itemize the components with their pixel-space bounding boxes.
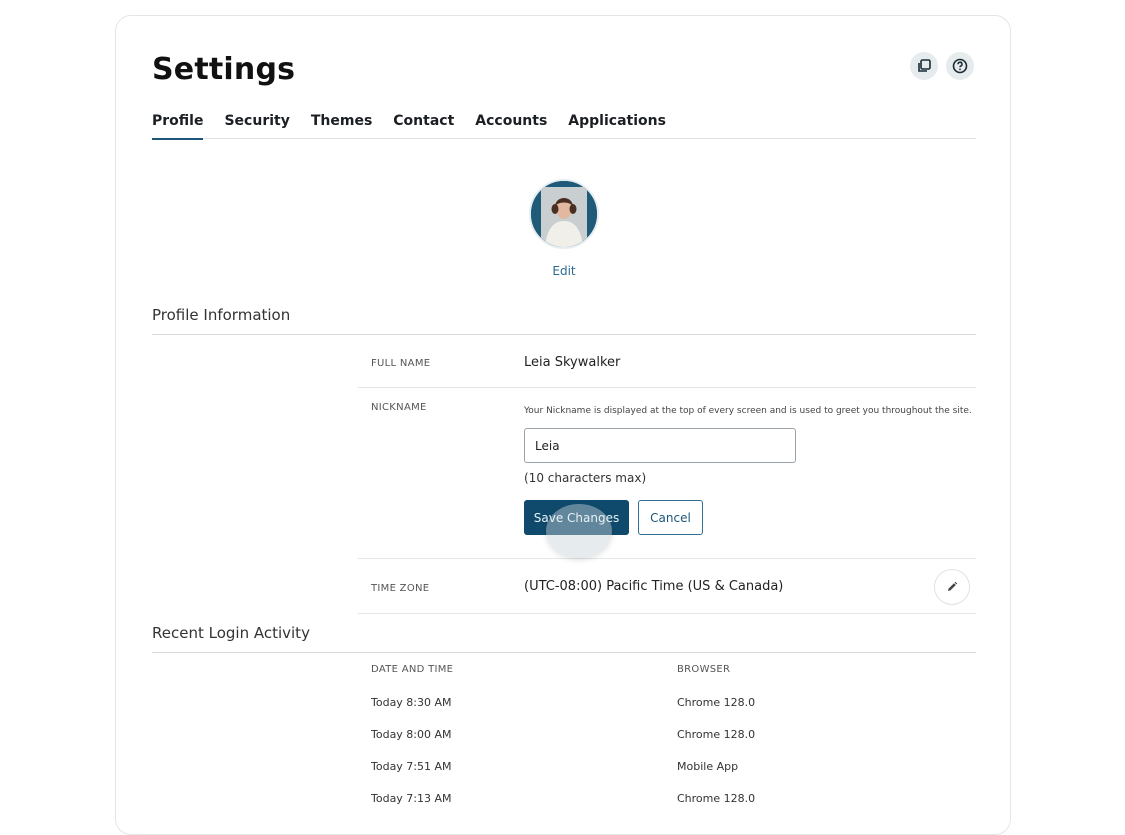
- table-row-browser: Chrome 128.0: [677, 696, 756, 709]
- settings-tabs: Profile Security Themes Contact Accounts…: [152, 111, 976, 140]
- table-row-browser: Chrome 128.0: [677, 728, 756, 741]
- save-changes-label: Save Changes: [533, 510, 620, 525]
- recent-login-activity-heading: Recent Login Activity: [152, 624, 976, 653]
- nickname-char-limit: (10 characters max): [524, 471, 647, 485]
- tab-security[interactable]: Security: [224, 111, 289, 139]
- table-row-date: Today 8:30 AM: [371, 696, 452, 709]
- time-zone-label: TIME ZONE: [371, 583, 430, 594]
- table-row-browser: Chrome 128.0: [677, 792, 756, 805]
- table-row-date: Today 8:00 AM: [371, 728, 452, 741]
- full-name-row: FULL NAME Leia Skywalker: [358, 336, 976, 388]
- cancel-button[interactable]: Cancel: [638, 500, 703, 535]
- edit-avatar-link[interactable]: Edit: [529, 264, 599, 278]
- nickname-hint: Your Nickname is displayed at the top of…: [524, 406, 972, 416]
- nickname-row: NICKNAME Your Nickname is displayed at t…: [358, 388, 976, 559]
- full-name-value: Leia Skywalker: [524, 355, 621, 370]
- table-row-date: Today 7:51 AM: [371, 760, 452, 773]
- pencil-icon: [948, 581, 958, 591]
- copy-icon[interactable]: [910, 52, 938, 80]
- time-zone-value: (UTC-08:00) Pacific Time (US & Canada): [524, 579, 784, 594]
- avatar: [529, 179, 599, 249]
- tab-contact[interactable]: Contact: [393, 111, 454, 139]
- table-row-browser: Mobile App: [677, 760, 739, 773]
- help-icon[interactable]: [946, 52, 974, 80]
- page-title: Settings: [152, 52, 296, 87]
- save-changes-button[interactable]: Save Changes: [524, 500, 629, 558]
- settings-card: Settings Profile Security Themes Contact…: [115, 15, 1011, 835]
- tab-themes[interactable]: Themes: [311, 111, 372, 139]
- tab-profile[interactable]: Profile: [152, 111, 204, 140]
- nickname-input[interactable]: [524, 428, 796, 463]
- edit-time-zone-button[interactable]: [934, 569, 970, 605]
- tab-applications[interactable]: Applications: [568, 111, 666, 139]
- column-header-date-time: DATE AND TIME: [371, 664, 454, 675]
- table-row-date: Today 7:13 AM: [371, 792, 452, 805]
- nickname-label: NICKNAME: [371, 402, 427, 413]
- column-header-browser: BROWSER: [677, 664, 731, 675]
- full-name-label: FULL NAME: [371, 358, 431, 369]
- profile-information-heading: Profile Information: [152, 306, 976, 335]
- time-zone-row: TIME ZONE (UTC-08:00) Pacific Time (US &…: [358, 559, 976, 614]
- header-actions: [910, 52, 974, 80]
- tab-accounts[interactable]: Accounts: [475, 111, 547, 139]
